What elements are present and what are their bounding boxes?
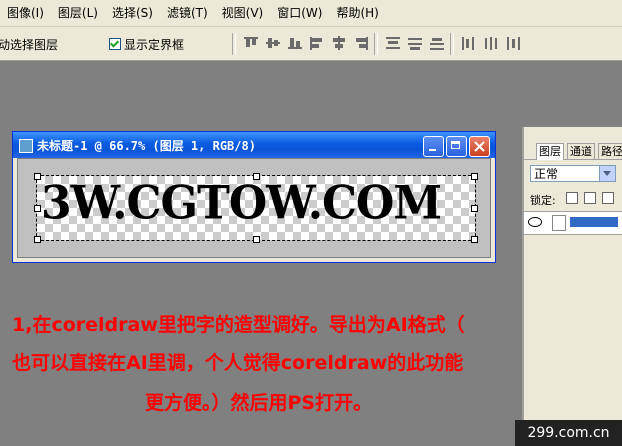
- menu-filter[interactable]: 滤镜(T): [160, 0, 215, 26]
- lock-transparency-icon[interactable]: [566, 192, 578, 204]
- transform-handle[interactable]: [253, 173, 260, 180]
- menu-select[interactable]: 选择(S): [105, 0, 160, 26]
- tab-paths[interactable]: 路径: [598, 143, 622, 160]
- blend-mode-value: 正常: [534, 167, 559, 181]
- tab-channels[interactable]: 通道: [567, 143, 595, 160]
- toolbar-separator: [232, 33, 236, 55]
- transform-handle[interactable]: [253, 236, 260, 243]
- brush-icon[interactable]: [552, 215, 566, 231]
- minimize-icon: [429, 149, 436, 151]
- maximize-icon: [451, 141, 460, 149]
- lock-pixels-icon[interactable]: [584, 192, 596, 204]
- layer-thumbnail[interactable]: [570, 217, 618, 227]
- distribute-hcenter-icon[interactable]: [482, 35, 500, 51]
- options-bar: 动选择图层 显示定界框: [0, 27, 622, 61]
- transform-handle[interactable]: [471, 205, 478, 212]
- eye-icon[interactable]: [528, 217, 542, 227]
- minimize-button[interactable]: [423, 136, 444, 157]
- close-icon: [474, 141, 485, 152]
- transform-handle[interactable]: [34, 173, 41, 180]
- distribute-bottom-icon[interactable]: [428, 35, 446, 51]
- lock-position-icon[interactable]: [602, 192, 614, 204]
- site-watermark: 299.com.cn: [515, 420, 622, 446]
- align-vcenter-icon[interactable]: [264, 35, 282, 51]
- show-bounds-checkbox[interactable]: [109, 38, 121, 50]
- panel-tabs: 图层 通道 路径: [524, 141, 622, 160]
- show-bounds-label[interactable]: 显示定界框: [124, 36, 184, 53]
- transform-handle[interactable]: [471, 173, 478, 180]
- image-canvas[interactable]: 3W.CGTOW.COM: [34, 173, 478, 243]
- chevron-down-icon[interactable]: [599, 166, 615, 181]
- menu-window[interactable]: 窗口(W): [270, 0, 329, 26]
- transform-handle[interactable]: [34, 236, 41, 243]
- auto-select-label[interactable]: 动选择图层: [0, 36, 58, 53]
- instruction-line-2: 也可以直接在AI里调，个人觉得coreldraw的此功能: [12, 352, 464, 374]
- document-title: 未标题-1 @ 66.7% (图层 1, RGB/8): [37, 139, 256, 153]
- align-left-icon[interactable]: [308, 35, 326, 51]
- tab-layers[interactable]: 图层: [536, 143, 564, 160]
- menu-bar: 图像(I) 图层(L) 选择(S) 滤镜(T) 视图(V) 窗口(W) 帮助(H…: [0, 0, 622, 27]
- align-hcenter-icon[interactable]: [330, 35, 348, 51]
- lock-label: 锁定:: [530, 194, 556, 207]
- canvas-logo-text: 3W.CGTOW.COM: [41, 176, 442, 231]
- transform-handle[interactable]: [34, 205, 41, 212]
- distribute-top-icon[interactable]: [384, 35, 402, 51]
- toolbar-separator: [450, 33, 454, 55]
- document-title-bar[interactable]: 未标题-1 @ 66.7% (图层 1, RGB/8): [13, 132, 495, 158]
- document-window[interactable]: 未标题-1 @ 66.7% (图层 1, RGB/8) 3W.CGTOW.COM: [12, 131, 496, 263]
- layers-panel: 图层 通道 路径 正常 锁定:: [522, 127, 622, 446]
- blend-mode-select[interactable]: 正常: [530, 165, 616, 182]
- menu-image[interactable]: 图像(I): [0, 0, 51, 26]
- distribute-vcenter-icon[interactable]: [406, 35, 424, 51]
- menu-layer[interactable]: 图层(L): [51, 0, 105, 26]
- distribute-right-icon[interactable]: [504, 35, 522, 51]
- maximize-button[interactable]: [446, 136, 467, 157]
- align-bottom-icon[interactable]: [286, 35, 304, 51]
- menu-help[interactable]: 帮助(H): [329, 0, 385, 26]
- menu-view[interactable]: 视图(V): [215, 0, 271, 26]
- toolbar-separator: [374, 33, 378, 55]
- align-top-icon[interactable]: [242, 35, 260, 51]
- close-button[interactable]: [469, 136, 490, 157]
- distribute-left-icon[interactable]: [460, 35, 478, 51]
- document-workspace: 3W.CGTOW.COM: [17, 158, 491, 258]
- instruction-line-3: 更方便。）然后用PS打开。: [145, 392, 373, 414]
- photoshop-doc-icon: [19, 139, 33, 153]
- layer-row[interactable]: [524, 211, 622, 235]
- align-right-icon[interactable]: [352, 35, 370, 51]
- instruction-line-1: 1,在coreldraw里把字的造型调好。导出为AI格式（: [12, 314, 465, 336]
- transform-handle[interactable]: [471, 236, 478, 243]
